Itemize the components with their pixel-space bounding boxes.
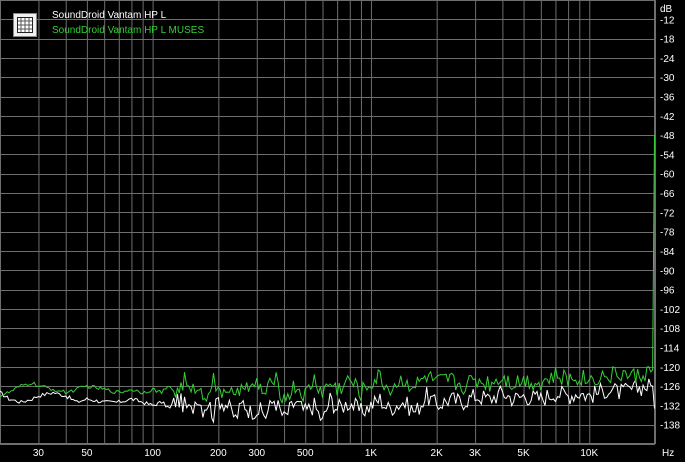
y-unit-label: dB bbox=[660, 4, 673, 15]
y-tick-label: -114 bbox=[660, 343, 680, 354]
legend-entry-white: SoundDroid Vantam HP L bbox=[52, 10, 167, 21]
y-tick-label: -132 bbox=[660, 401, 680, 412]
y-tick-label: -120 bbox=[660, 363, 680, 374]
y-tick-label: -102 bbox=[660, 305, 680, 316]
y-tick-label: -108 bbox=[660, 324, 680, 335]
chart-icon[interactable] bbox=[13, 13, 37, 37]
y-tick-label: -42 bbox=[660, 112, 675, 123]
y-tick-label: -18 bbox=[660, 35, 675, 46]
x-tick-label: 200 bbox=[210, 448, 227, 459]
y-tick-label: -90 bbox=[660, 266, 675, 277]
y-tick-label: -72 bbox=[660, 208, 675, 219]
y-tick-label: -66 bbox=[660, 189, 675, 200]
x-tick-label: 500 bbox=[297, 448, 314, 459]
y-tick-label: -84 bbox=[660, 247, 675, 258]
y-tick-label: -126 bbox=[660, 382, 680, 393]
x-tick-label: 100 bbox=[144, 448, 161, 459]
x-tick-label: 3K bbox=[469, 448, 482, 459]
x-tick-label: 50 bbox=[81, 448, 93, 459]
legend: SoundDroid Vantam HP L SoundDroid Vantam… bbox=[7, 6, 207, 42]
y-tick-label: -48 bbox=[660, 131, 675, 142]
legend-entry-green: SoundDroid Vantam HP L MUSES bbox=[52, 25, 205, 36]
x-unit-label: Hz bbox=[662, 448, 674, 459]
x-tick-label: 300 bbox=[248, 448, 265, 459]
plot-background bbox=[0, 0, 685, 462]
y-tick-label: -54 bbox=[660, 150, 675, 161]
y-tick-label: -12 bbox=[660, 15, 675, 26]
y-tick-label: -24 bbox=[660, 54, 675, 65]
x-tick-label: 5K bbox=[517, 448, 530, 459]
x-tick-label: 10K bbox=[580, 448, 598, 459]
x-tick-label: 30 bbox=[33, 448, 45, 459]
y-tick-label: -78 bbox=[660, 228, 675, 239]
chart: 30 50 100 200 300 500 1K 2K 3K 5K 10K -12 -18 -24 -30… bbox=[0, 0, 685, 462]
x-tick-label: 2K bbox=[431, 448, 444, 459]
y-tick-label: -36 bbox=[660, 93, 675, 104]
y-tick-label: -30 bbox=[660, 73, 675, 84]
y-tick-label: -60 bbox=[660, 170, 675, 181]
y-tick-label: -96 bbox=[660, 286, 675, 297]
y-tick-label: -138 bbox=[660, 421, 680, 432]
x-tick-label: 1K bbox=[365, 448, 378, 459]
